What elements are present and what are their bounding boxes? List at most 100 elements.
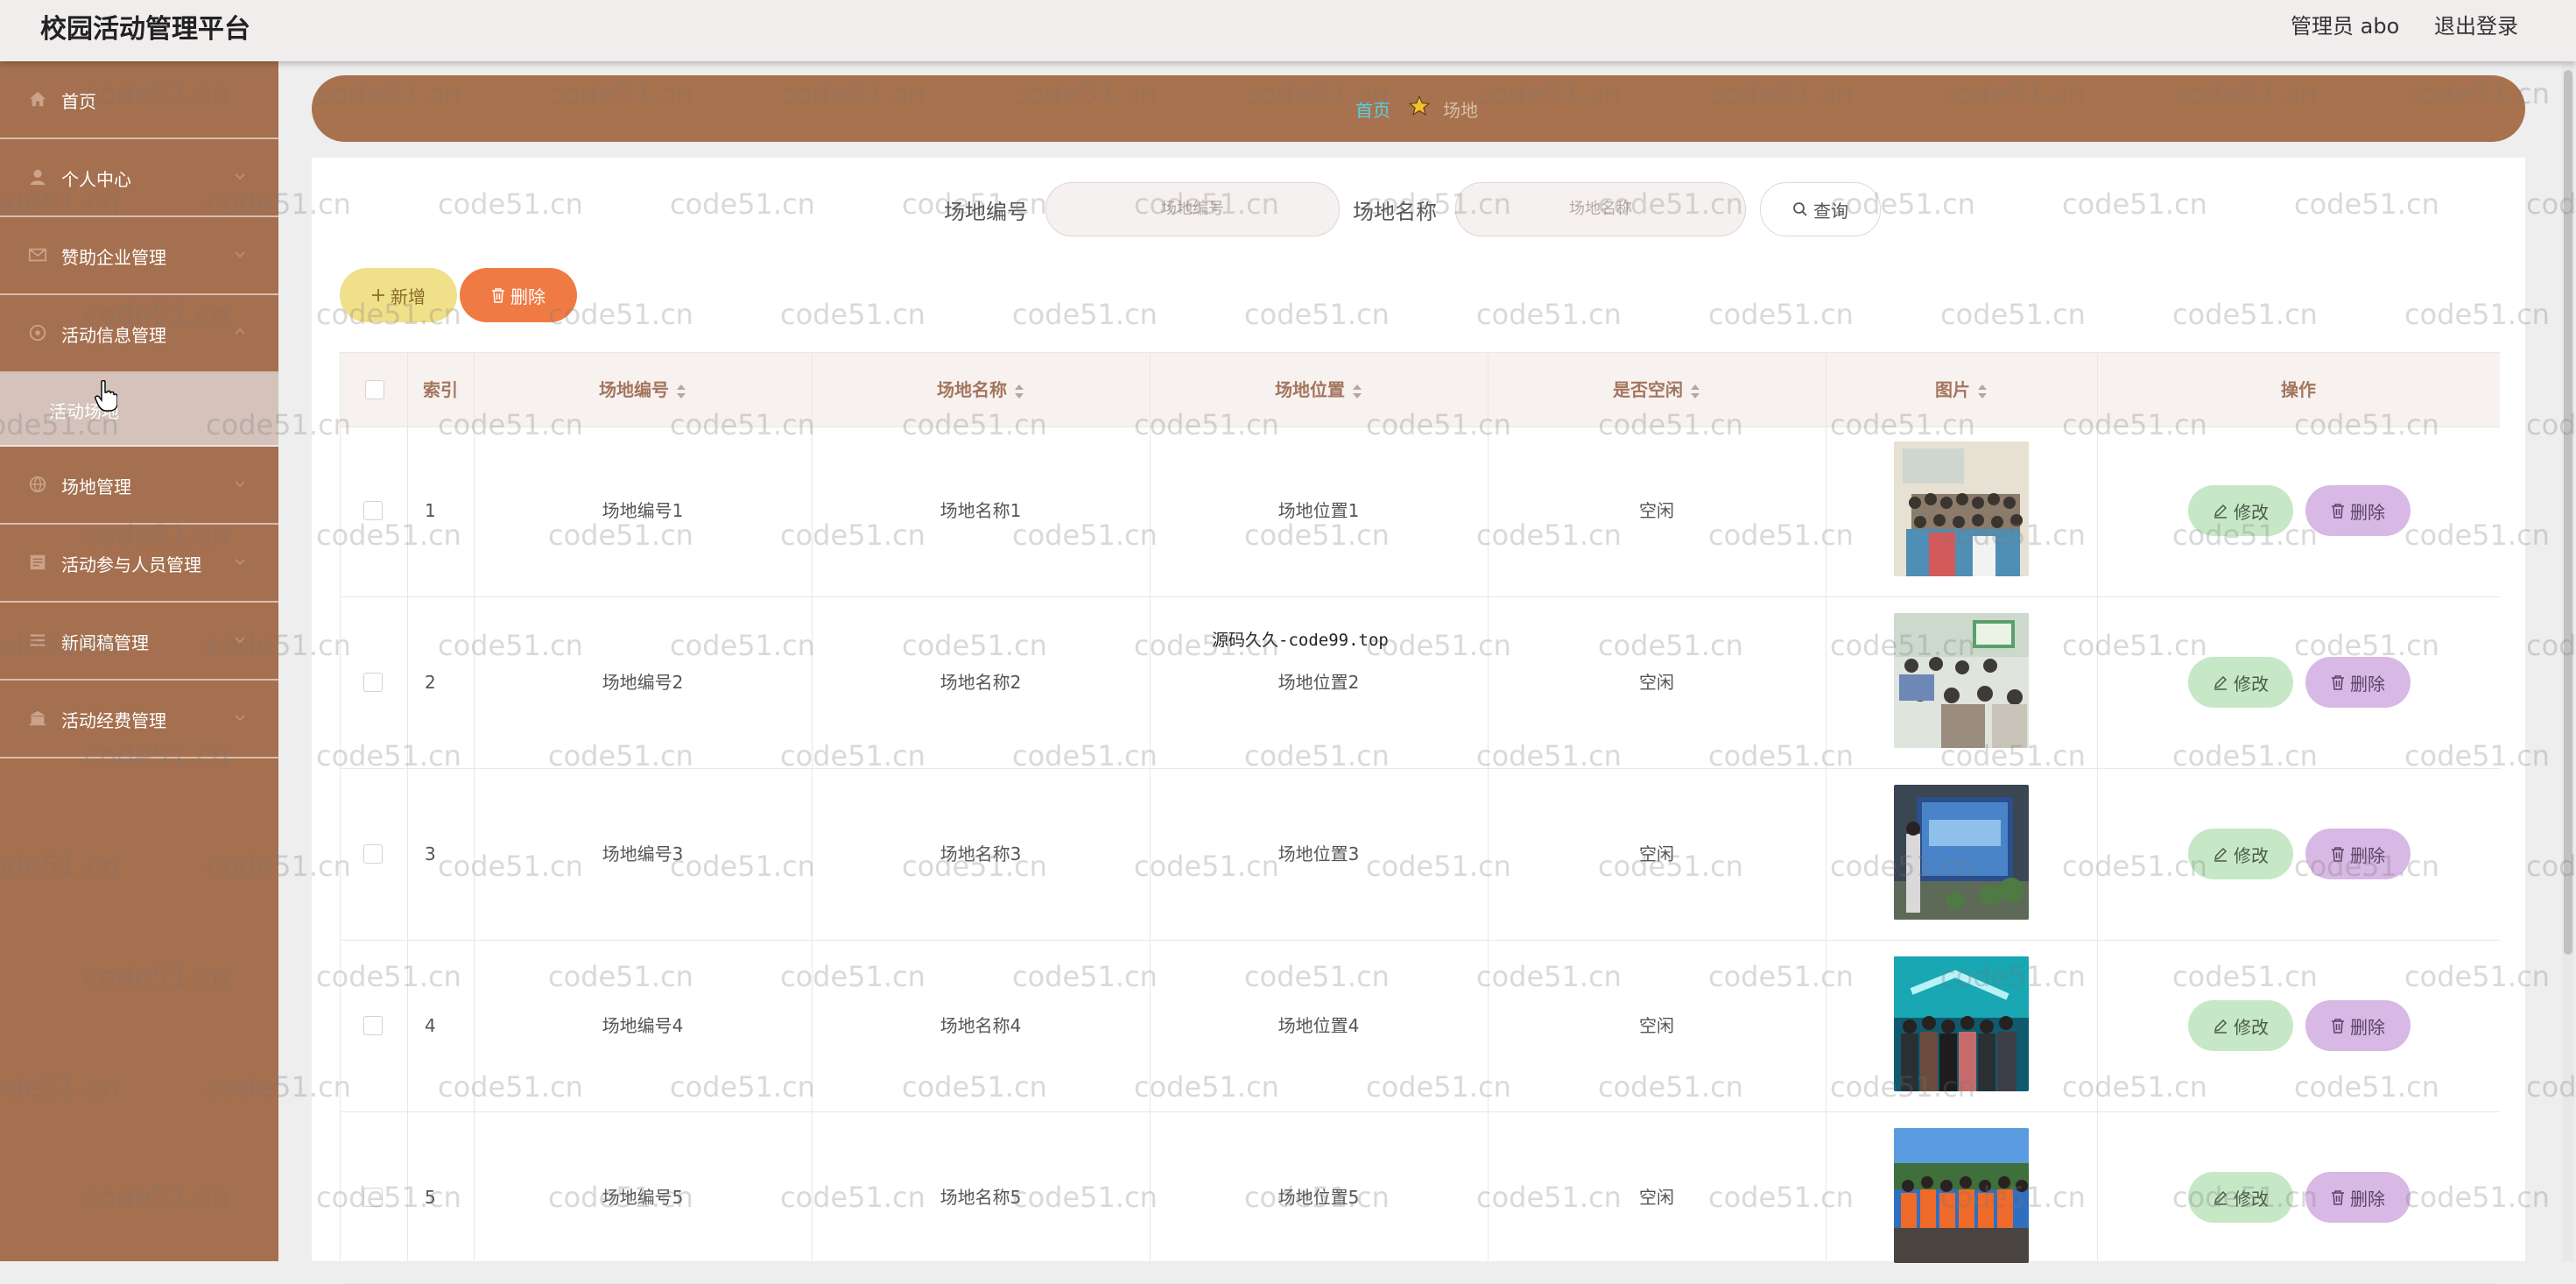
row-checkbox[interactable] <box>363 1188 383 1207</box>
column-header-index: 索引 <box>423 379 458 400</box>
column-header-label: 场地名称 <box>937 379 1007 400</box>
logout-link[interactable]: 退出登录 <box>2434 9 2518 39</box>
breadcrumb: 首页 场地 <box>312 75 2525 142</box>
select-all-checkbox[interactable] <box>365 380 384 399</box>
row-checkbox[interactable] <box>363 844 383 864</box>
sidebar-item-participants[interactable]: 活动参与人员管理 <box>0 525 278 603</box>
table-row: 1 场地编号1 场地名称1 场地位置1 空闲 修改 删除 <box>341 426 2500 597</box>
app-title: 校园活动管理平台 <box>40 14 250 45</box>
column-header-actions: 操作 <box>2281 379 2316 400</box>
sidebar-subitem-venues[interactable]: 活动场地 <box>0 373 278 447</box>
sidebar-item-activities[interactable]: 活动信息管理 <box>0 295 278 373</box>
cell-location: 场地位置3 <box>1277 843 1360 864</box>
scrollbar-thumb[interactable] <box>2564 70 2572 955</box>
delete-label: 删除 <box>2350 844 2385 866</box>
table-row: 5 场地编号5 场地名称5 场地位置5 空闲 修改 删除 <box>341 1112 2500 1284</box>
sort-icon <box>1978 384 1987 399</box>
cell-location: 场地位置4 <box>1277 1015 1360 1036</box>
column-header-label: 场地位置 <box>1275 379 1345 400</box>
star-icon <box>1408 95 1431 116</box>
sidebar-item-label: 活动信息管理 <box>61 325 166 346</box>
venue-photo <box>1894 785 2029 920</box>
edit-button[interactable]: 修改 <box>2188 829 2293 879</box>
cell-name: 场地名称3 <box>940 843 1022 864</box>
batch-delete-label: 删除 <box>510 286 545 307</box>
center-watermark: 源码久久-code99.top <box>1212 631 1389 650</box>
cell-name: 场地名称2 <box>940 672 1022 693</box>
sidebar-item-label: 活动经费管理 <box>61 710 166 731</box>
batch-delete-button[interactable]: 删除 <box>460 268 577 322</box>
column-header-name[interactable]: 场地名称 <box>812 353 1150 427</box>
edit-button[interactable]: 修改 <box>2188 485 2293 536</box>
cell-code: 场地编号1 <box>602 500 684 521</box>
column-header-location[interactable]: 场地位置 <box>1150 353 1488 427</box>
sort-icon <box>1015 384 1024 399</box>
venue-name-input[interactable]: 场地名称 <box>1455 182 1746 236</box>
row-checkbox[interactable] <box>363 1016 383 1035</box>
edit-label: 修改 <box>2234 501 2269 523</box>
cell-index: 4 <box>425 1015 436 1036</box>
cell-code: 场地编号5 <box>602 1187 684 1208</box>
query-button[interactable]: 查询 <box>1760 182 1881 236</box>
edit-label: 修改 <box>2234 844 2269 866</box>
venue-code-input[interactable]: 场地编号 <box>1045 182 1340 236</box>
chevron-down-icon <box>235 173 245 180</box>
edit-button[interactable]: 修改 <box>2188 1172 2293 1223</box>
trash-icon <box>2332 847 2344 862</box>
sidebar-item-profile[interactable]: 个人中心 <box>0 139 278 217</box>
venue-name-label: 场地名称 <box>1353 200 1437 224</box>
delete-button[interactable]: 删除 <box>2305 485 2411 536</box>
chevron-up-icon <box>235 328 245 335</box>
delete-button[interactable]: 删除 <box>2305 1172 2411 1223</box>
delete-button[interactable]: 删除 <box>2305 1000 2411 1051</box>
cell-index: 3 <box>425 843 436 864</box>
column-header-image[interactable]: 图片 <box>1826 353 2097 427</box>
cell-name: 场地名称1 <box>940 500 1022 521</box>
cell-code: 场地编号4 <box>602 1015 684 1036</box>
chevron-down-icon <box>235 715 245 722</box>
breadcrumb-home[interactable]: 首页 <box>1355 96 1390 122</box>
sidebar-item-label: 赞助企业管理 <box>61 247 166 268</box>
delete-label: 删除 <box>2350 673 2385 695</box>
sidebar-item-label: 首页 <box>61 91 96 112</box>
edit-icon <box>2214 847 2228 862</box>
table-row: 4 场地编号4 场地名称4 场地位置4 空闲 修改 删除 <box>341 941 2500 1112</box>
sidebar-item-news[interactable]: 新闻稿管理 <box>0 603 278 681</box>
sidebar-item-home[interactable]: 首页 <box>0 61 278 139</box>
venue-photo <box>1894 1128 2029 1263</box>
delete-button[interactable]: 删除 <box>2305 829 2411 879</box>
delete-button[interactable]: 删除 <box>2305 657 2411 708</box>
trash-icon <box>2332 675 2344 690</box>
sidebar-item-sponsors[interactable]: 赞助企业管理 <box>0 217 278 295</box>
query-button-label: 查询 <box>1813 200 1848 222</box>
add-button[interactable]: 新增 <box>340 268 457 322</box>
trash-icon <box>492 288 504 303</box>
row-checkbox[interactable] <box>363 673 383 692</box>
delete-label: 删除 <box>2350 1016 2385 1038</box>
edit-button[interactable]: 修改 <box>2188 657 2293 708</box>
column-header-code[interactable]: 场地编号 <box>474 353 812 427</box>
cell-code: 场地编号3 <box>602 843 684 864</box>
trash-icon <box>2332 1190 2344 1205</box>
trash-icon <box>2332 1019 2344 1034</box>
venue-code-label: 场地编号 <box>944 200 1028 224</box>
row-checkbox[interactable] <box>363 501 383 520</box>
edit-icon <box>2214 1019 2228 1034</box>
table-row: 3 场地编号3 场地名称3 场地位置3 空闲 修改 删除 <box>341 769 2500 941</box>
cell-free: 空闲 <box>1639 672 1674 693</box>
sidebar-item-venue-management[interactable]: 场地管理 <box>0 447 278 525</box>
edit-button[interactable]: 修改 <box>2188 1000 2293 1051</box>
home-icon <box>29 91 46 107</box>
sort-icon <box>677 384 686 399</box>
sidebar-item-label: 活动参与人员管理 <box>61 554 201 575</box>
column-header-free[interactable]: 是否空闲 <box>1488 353 1826 427</box>
cell-name: 场地名称4 <box>940 1015 1022 1036</box>
list-icon <box>30 634 46 646</box>
edit-label: 修改 <box>2234 1188 2269 1210</box>
chevron-down-icon <box>235 559 245 566</box>
current-user: 管理员 abo <box>2291 14 2400 39</box>
chevron-down-icon <box>235 481 245 488</box>
top-bar: 校园活动管理平台 管理员 abo 退出登录 <box>0 0 2576 61</box>
column-header-label: 是否空闲 <box>1613 379 1683 400</box>
sidebar-item-funds[interactable]: 活动经费管理 <box>0 681 278 758</box>
